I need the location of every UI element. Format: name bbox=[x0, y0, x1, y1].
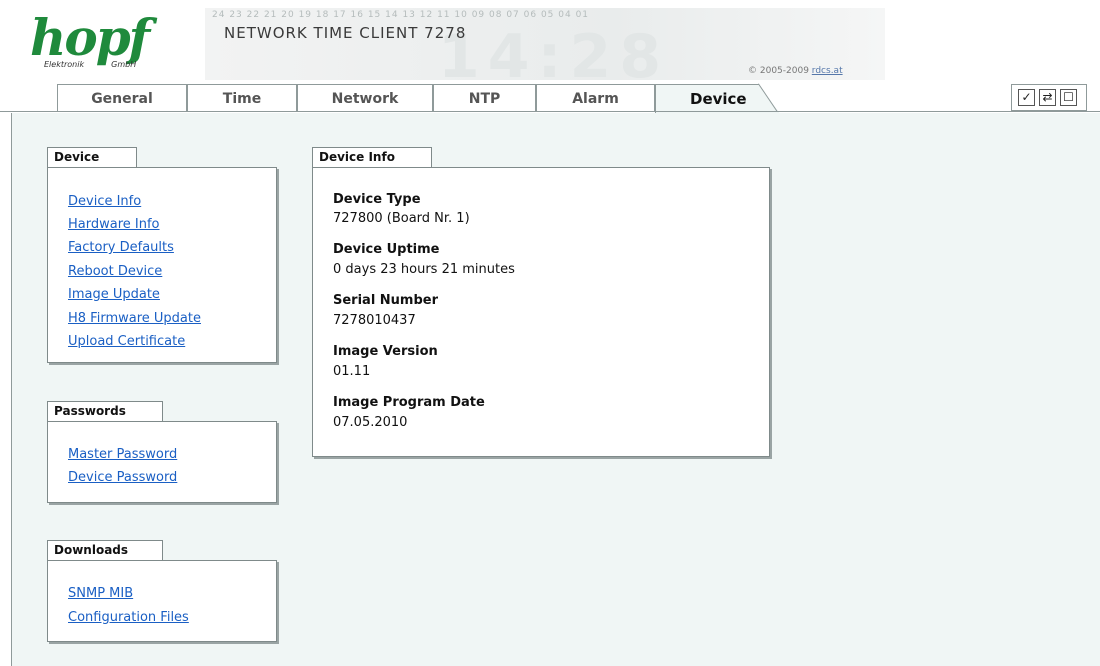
tab-general[interactable]: General bbox=[57, 84, 187, 112]
image-program-date-value: 07.05.2010 bbox=[333, 415, 408, 430]
copyright-link[interactable]: rdcs.at bbox=[812, 66, 843, 76]
swap-arrows-icon[interactable]: ⇄ bbox=[1039, 89, 1056, 106]
link-device-info[interactable]: Device Info bbox=[68, 194, 141, 209]
device-uptime-label: Device Uptime bbox=[333, 242, 440, 257]
header-ghost-clock: 14:28 bbox=[438, 22, 669, 92]
passwords-panel: Master Password Device Password bbox=[47, 421, 277, 503]
tab-bar-baseline bbox=[0, 111, 1100, 112]
downloads-panel: SNMP MIB Configuration Files bbox=[47, 560, 277, 642]
link-configuration-files[interactable]: Configuration Files bbox=[68, 610, 189, 625]
tab-ntp[interactable]: NTP bbox=[433, 84, 536, 112]
logo-sub-left: Elektronik bbox=[44, 60, 85, 69]
logo-sub-right: GmbH bbox=[111, 60, 137, 69]
link-upload-certificate[interactable]: Upload Certificate bbox=[68, 334, 185, 349]
toolbar-box: ✓ ⇄ ☐ bbox=[1011, 84, 1087, 111]
image-version-value: 01.11 bbox=[333, 364, 371, 379]
link-snmp-mib[interactable]: SNMP MIB bbox=[68, 586, 133, 601]
device-type-value: 727800 (Board Nr. 1) bbox=[333, 211, 470, 226]
page-header: hopf Elektronik GmbH 24 23 22 21 20 19 1… bbox=[0, 0, 1100, 92]
logo-subtitle: Elektronik GmbH bbox=[44, 60, 136, 69]
device-info-panel-title: Device Info bbox=[312, 147, 432, 167]
link-image-update[interactable]: Image Update bbox=[68, 287, 160, 302]
link-master-password[interactable]: Master Password bbox=[68, 447, 177, 462]
serial-number-label: Serial Number bbox=[333, 293, 439, 308]
hopf-logo: hopf Elektronik GmbH bbox=[30, 8, 170, 70]
serial-number-value: 7278010437 bbox=[333, 313, 416, 328]
device-panel: Device Info Hardware Info Factory Defaul… bbox=[47, 167, 277, 363]
device-uptime-value: 0 days 23 hours 21 minutes bbox=[333, 262, 515, 277]
square-icon[interactable]: ☐ bbox=[1060, 89, 1077, 106]
tab-network[interactable]: Network bbox=[297, 84, 433, 112]
tab-time[interactable]: Time bbox=[187, 84, 297, 112]
product-title: NETWORK TIME CLIENT 7278 bbox=[224, 24, 467, 42]
tab-alarm[interactable]: Alarm bbox=[536, 84, 655, 112]
main-tab-bar: General Time Network NTP Alarm Device bbox=[0, 82, 1100, 115]
image-program-date-label: Image Program Date bbox=[333, 395, 485, 410]
link-h8-firmware-update[interactable]: H8 Firmware Update bbox=[68, 311, 201, 326]
link-reboot-device[interactable]: Reboot Device bbox=[68, 264, 162, 279]
logo-wordmark: hopf bbox=[30, 8, 150, 67]
device-type-label: Device Type bbox=[333, 192, 421, 207]
image-version-label: Image Version bbox=[333, 344, 438, 359]
passwords-panel-title: Passwords bbox=[47, 401, 163, 421]
check-icon[interactable]: ✓ bbox=[1018, 89, 1035, 106]
header-digit-strip: 24 23 22 21 20 19 18 17 16 15 14 13 12 1… bbox=[212, 10, 590, 20]
device-info-panel: Device Type 727800 (Board Nr. 1) Device … bbox=[312, 167, 770, 457]
link-device-password[interactable]: Device Password bbox=[68, 470, 177, 485]
link-factory-defaults[interactable]: Factory Defaults bbox=[68, 240, 174, 255]
link-hardware-info[interactable]: Hardware Info bbox=[68, 217, 160, 232]
content-area: Device Device Info Hardware Info Factory… bbox=[11, 113, 1100, 666]
copyright-text: © 2005-2009 bbox=[748, 66, 809, 76]
copyright-notice: © 2005-2009 rdcs.at bbox=[748, 66, 843, 76]
downloads-panel-title: Downloads bbox=[47, 540, 163, 560]
device-panel-title: Device bbox=[47, 147, 137, 167]
